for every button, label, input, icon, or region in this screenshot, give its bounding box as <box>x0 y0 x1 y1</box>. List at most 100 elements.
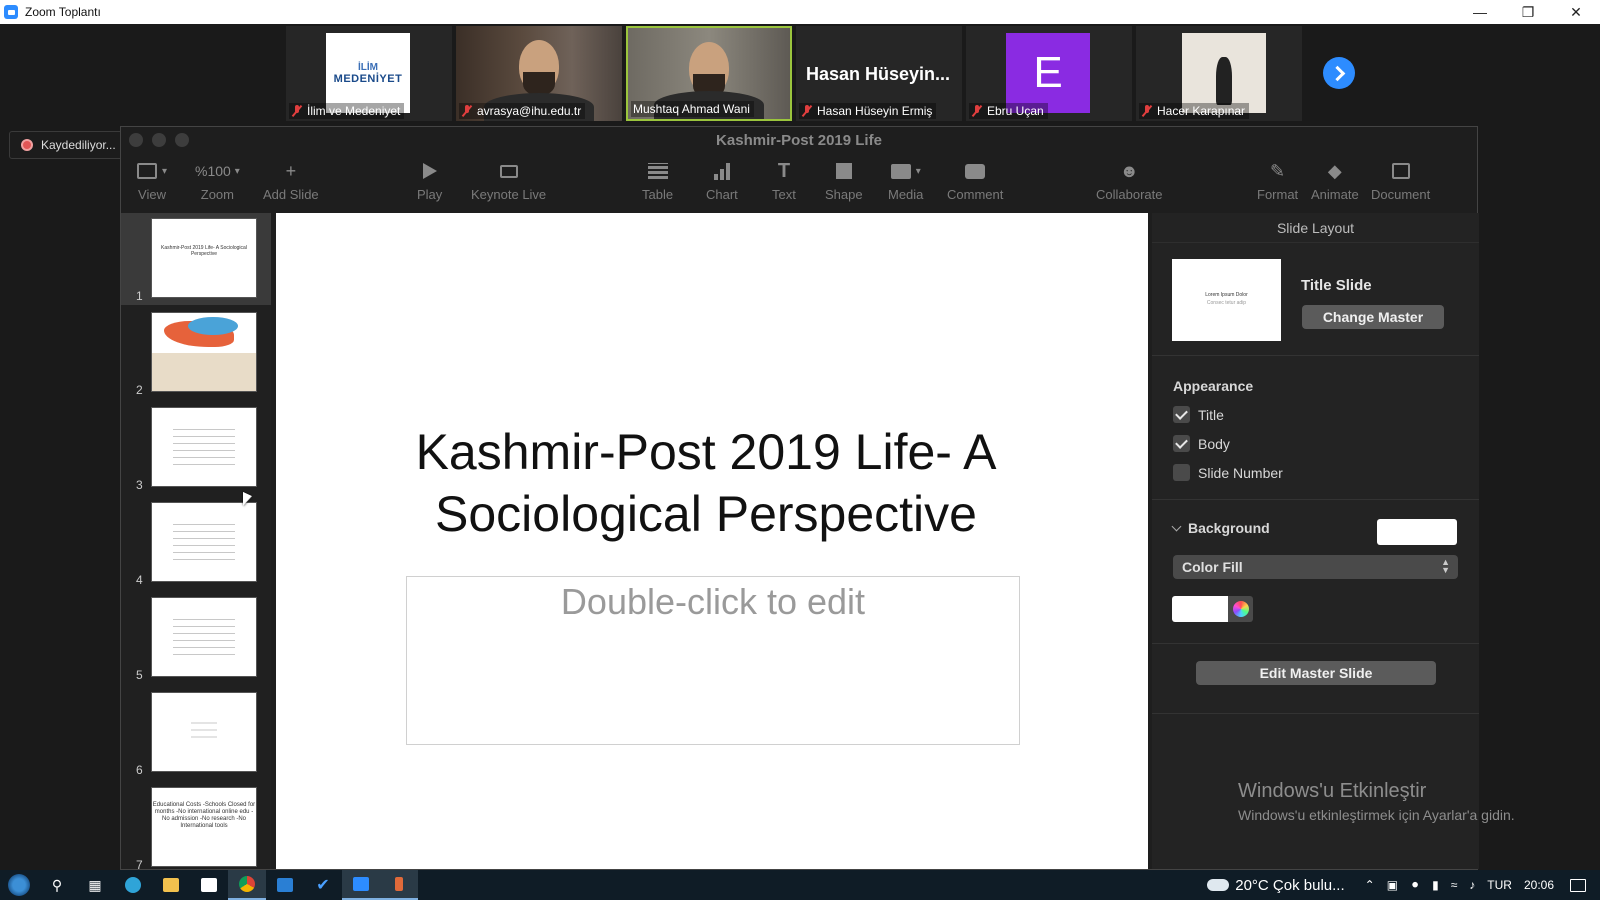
slide-thumbnail-1[interactable]: Kashmir-Post 2019 Life- A Sociological P… <box>121 213 271 305</box>
slide-thumbnail-3[interactable]: 3 <box>121 402 271 494</box>
weather-widget[interactable]: 20°C Çok bulu... <box>1207 877 1345 894</box>
body-checkbox[interactable] <box>1173 435 1190 452</box>
slide-title[interactable]: Kashmir-Post 2019 Life- A Sociological P… <box>336 421 1076 545</box>
background-disclosure[interactable]: Background <box>1171 520 1270 536</box>
media-button[interactable]: ▾ Media <box>888 159 923 202</box>
participant-tile-active-speaker[interactable]: Mushtaq Ahmad Wani <box>626 26 792 121</box>
background-color-swatch[interactable] <box>1377 519 1457 545</box>
format-button[interactable]: ✎ Format <box>1257 159 1298 203</box>
comment-button[interactable]: Comment <box>947 159 1003 202</box>
chrome-taskbar-button[interactable] <box>228 870 266 900</box>
document-label: Document <box>1371 187 1431 202</box>
slide-number-checkbox[interactable] <box>1173 464 1190 481</box>
fill-color-well[interactable] <box>1172 596 1228 622</box>
view-button[interactable]: ▾ View <box>137 159 167 202</box>
participant-tile[interactable]: Hasan Hüseyin... Hasan Hüseyin Ermiş <box>796 26 962 121</box>
shape-button[interactable]: Shape <box>825 159 863 202</box>
zoom-dot[interactable] <box>175 133 189 147</box>
explorer-taskbar-button[interactable] <box>152 870 190 900</box>
title-checkbox[interactable] <box>1173 406 1190 423</box>
view-icon <box>137 163 157 179</box>
task-view-button[interactable]: ▦ <box>76 870 114 900</box>
layout-name: Title Slide <box>1301 277 1372 294</box>
restore-button[interactable]: ❐ <box>1504 0 1552 24</box>
view-label: View <box>138 187 166 202</box>
store-taskbar-button[interactable] <box>190 870 228 900</box>
slide-thumbnail-7[interactable]: Educational Costs -Schools Closed for mo… <box>121 782 271 869</box>
participant-label: Hacer Karapınar <box>1139 103 1250 119</box>
divider <box>1152 713 1479 714</box>
search-button[interactable]: ⚲ <box>38 870 76 900</box>
chart-button[interactable]: Chart <box>706 159 738 202</box>
system-tray: 20°C Çok bulu... ⌃ ▣ ⚫ ▮ ≈ ♪ TUR 20:06 <box>1207 870 1600 900</box>
participant-name: Ebru Uçan <box>987 104 1044 118</box>
minimize-dot[interactable] <box>152 133 166 147</box>
slide-thumbnail-5[interactable]: 5 <box>121 592 271 684</box>
recording-label: Kaydediliyor... <box>41 138 116 152</box>
zoom-taskbar-button[interactable] <box>342 870 380 900</box>
title-checkbox-row[interactable]: Title <box>1173 406 1224 423</box>
layout-thumbnail[interactable]: Lorem Ipsum Dolor Consec tetur adip <box>1172 259 1281 341</box>
slide-number-checkbox-row[interactable]: Slide Number <box>1173 464 1283 481</box>
participants-strip: İLİM MEDENİYET İlim ve Medeniyet avrasya… <box>0 24 1600 124</box>
divider <box>1152 355 1479 356</box>
edge-taskbar-button[interactable] <box>114 870 152 900</box>
body-checkbox-row[interactable]: Body <box>1173 435 1230 452</box>
slide-canvas[interactable]: Kashmir-Post 2019 Life- A Sociological P… <box>276 213 1148 869</box>
text-button[interactable]: T Text <box>772 159 796 203</box>
divider <box>1152 499 1479 500</box>
participant-tile[interactable]: avrasya@ihu.edu.tr <box>456 26 622 121</box>
mail-taskbar-button[interactable] <box>266 870 304 900</box>
document-icon <box>1391 163 1410 179</box>
language-indicator[interactable]: TUR <box>1487 878 1512 892</box>
keynote-live-button[interactable]: Keynote Live <box>471 159 546 202</box>
next-participants-button[interactable] <box>1323 57 1355 89</box>
clock[interactable]: 20:06 <box>1524 878 1554 892</box>
slide-preview <box>151 502 257 582</box>
meet-now-icon[interactable]: ▣ <box>1387 878 1398 892</box>
document-button[interactable]: Document <box>1371 159 1430 202</box>
close-dot[interactable] <box>129 133 143 147</box>
change-master-button[interactable]: Change Master <box>1302 305 1444 329</box>
volume-icon[interactable]: ♪ <box>1469 878 1475 892</box>
mic-muted-icon <box>801 105 813 117</box>
format-brush-icon: ✎ <box>1270 160 1286 181</box>
app-taskbar-button[interactable] <box>380 870 418 900</box>
edit-master-slide-button[interactable]: Edit Master Slide <box>1196 661 1436 685</box>
subtitle-placeholder-box[interactable]: Double-click to edit <box>406 576 1020 745</box>
slide-thumbnail-2[interactable]: 2 <box>121 307 271 399</box>
microphone-icon[interactable]: ⚫ <box>1410 878 1420 892</box>
table-button[interactable]: Table <box>642 159 673 202</box>
start-button[interactable] <box>0 870 38 900</box>
add-slide-button[interactable]: + Add Slide <box>263 159 319 203</box>
mic-muted-icon <box>461 105 473 117</box>
table-icon <box>647 163 668 179</box>
windows-logo-icon <box>8 874 30 896</box>
participant-tile[interactable]: E Ebru Uçan <box>966 26 1132 121</box>
participant-tile[interactable]: Hacer Karapınar <box>1136 26 1302 121</box>
participant-tile[interactable]: İLİM MEDENİYET İlim ve Medeniyet <box>286 26 452 121</box>
todo-taskbar-button[interactable]: ✔ <box>304 870 342 900</box>
mic-muted-icon <box>971 105 983 117</box>
shape-label: Shape <box>825 187 863 202</box>
color-picker-button[interactable] <box>1228 596 1253 622</box>
collaborate-button[interactable]: ☻ Collaborate <box>1096 159 1163 203</box>
animate-button[interactable]: ◆ Animate <box>1311 159 1359 203</box>
recording-indicator[interactable]: Kaydediliyor... <box>9 131 133 159</box>
minimize-button[interactable]: — <box>1456 0 1504 24</box>
notification-icon[interactable] <box>1570 878 1586 892</box>
chart-label: Chart <box>706 187 738 202</box>
slide-thumbnail-4[interactable]: 4 <box>121 497 271 589</box>
play-button[interactable]: Play <box>417 159 442 202</box>
slide-preview <box>151 692 257 772</box>
participant-label: İlim ve Medeniyet <box>289 103 405 119</box>
checkmark-icon: ✔ <box>316 877 330 894</box>
chevron-up-icon[interactable]: ⌃ <box>1365 878 1375 892</box>
battery-icon[interactable]: ▮ <box>1432 878 1439 892</box>
zoom-button[interactable]: %100 ▾ Zoom <box>195 159 240 202</box>
fill-type-select[interactable]: Color Fill ▲ ▼ <box>1173 555 1458 579</box>
close-button[interactable]: ✕ <box>1552 0 1600 24</box>
updown-arrows-icon: ▲ ▼ <box>1441 557 1450 575</box>
wifi-icon[interactable]: ≈ <box>1451 878 1458 892</box>
slide-thumbnail-6[interactable]: 6 <box>121 687 271 779</box>
